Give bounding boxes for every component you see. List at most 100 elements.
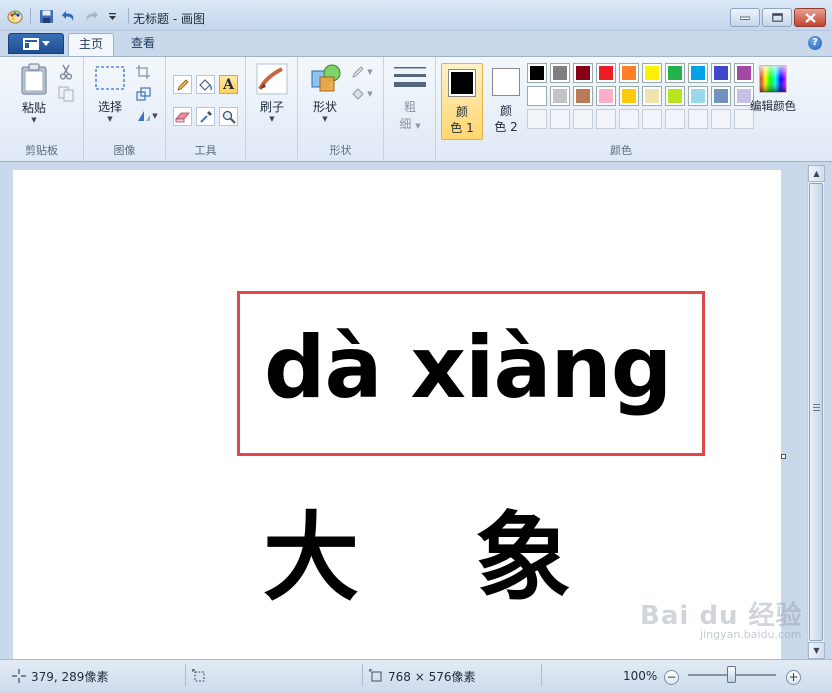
drawing-canvas[interactable]: dà xiàng 大 象 bbox=[13, 170, 781, 659]
chevron-down-icon: ▼ bbox=[367, 90, 373, 98]
custom-color-slot[interactable] bbox=[619, 109, 639, 129]
size-button[interactable]: 粗 细 ▼ bbox=[392, 65, 428, 132]
separator bbox=[30, 8, 31, 24]
palette-swatch[interactable] bbox=[573, 63, 593, 83]
palette-swatch[interactable] bbox=[527, 86, 547, 106]
select-button[interactable]: 选择 ▼ bbox=[92, 65, 128, 123]
outline-button[interactable]: ▼ bbox=[348, 63, 376, 81]
undo-icon[interactable] bbox=[60, 8, 77, 25]
color1-button[interactable]: 颜 色 1 bbox=[441, 63, 483, 140]
palette-swatch[interactable] bbox=[550, 86, 570, 106]
app-menu-icon bbox=[22, 37, 39, 50]
palette-swatch[interactable] bbox=[619, 63, 639, 83]
pinyin-text: dà xiàng bbox=[264, 318, 672, 418]
color2-fill bbox=[495, 71, 517, 93]
custom-color-slot[interactable] bbox=[665, 109, 685, 129]
custom-color-slot[interactable] bbox=[596, 109, 616, 129]
close-button[interactable] bbox=[794, 8, 826, 27]
color1-fill bbox=[451, 72, 473, 94]
close-icon bbox=[804, 12, 816, 23]
palette-swatch[interactable] bbox=[573, 86, 593, 106]
swatch-fill bbox=[553, 89, 567, 103]
resize-icon[interactable] bbox=[134, 85, 152, 103]
title-bar: 无标题 - 画图 bbox=[0, 0, 832, 31]
shapes-icon bbox=[311, 64, 341, 92]
redo-icon[interactable] bbox=[82, 8, 99, 25]
color-picker-icon[interactable] bbox=[196, 107, 215, 126]
colors-group-label: 颜色 bbox=[610, 144, 632, 157]
palette-swatch[interactable] bbox=[596, 63, 616, 83]
scroll-grip-icon bbox=[813, 404, 820, 412]
scrollbar-thumb[interactable] bbox=[809, 183, 823, 641]
palette-swatch[interactable] bbox=[688, 86, 708, 106]
swatch-fill bbox=[530, 66, 544, 80]
text-tool-icon[interactable]: A bbox=[219, 75, 238, 94]
swatch-fill bbox=[714, 66, 728, 80]
customize-qat-icon[interactable] bbox=[104, 8, 121, 25]
brushes-button[interactable]: 刷子 ▼ bbox=[255, 63, 289, 123]
zoom-slider-thumb[interactable] bbox=[727, 666, 736, 683]
application-menu-button[interactable] bbox=[8, 33, 64, 54]
help-icon[interactable]: ? bbox=[808, 36, 822, 50]
palette-swatch[interactable] bbox=[642, 63, 662, 83]
size-label-text: 细 bbox=[399, 117, 412, 131]
copy-icon[interactable] bbox=[57, 85, 75, 103]
edit-colors-button[interactable]: 编辑颜色 bbox=[744, 65, 802, 114]
eraser-icon[interactable] bbox=[173, 107, 192, 126]
palette-swatch[interactable] bbox=[665, 86, 685, 106]
save-icon[interactable] bbox=[38, 8, 55, 25]
chevron-down-icon: ▼ bbox=[107, 115, 113, 123]
maximize-button[interactable] bbox=[762, 8, 792, 27]
crop-icon[interactable] bbox=[134, 63, 152, 81]
swatch-fill bbox=[553, 66, 567, 80]
brushes-label: 刷子 bbox=[259, 100, 284, 114]
zoom-out-button[interactable]: − bbox=[664, 667, 679, 687]
palette-swatch[interactable] bbox=[642, 86, 662, 106]
vertical-scrollbar[interactable]: ▲ ▼ bbox=[807, 165, 825, 659]
color1-swatch bbox=[448, 69, 476, 97]
minimize-button[interactable] bbox=[730, 8, 760, 27]
fill-button[interactable]: ▼ bbox=[348, 85, 376, 103]
palette-swatch[interactable] bbox=[550, 63, 570, 83]
swatch-fill bbox=[576, 89, 590, 103]
maximize-icon bbox=[771, 13, 783, 22]
custom-color-slot[interactable] bbox=[688, 109, 708, 129]
custom-color-slot[interactable] bbox=[642, 109, 662, 129]
custom-color-slot[interactable] bbox=[527, 109, 547, 129]
tab-home[interactable]: 主页 bbox=[68, 33, 115, 57]
palette-swatch[interactable] bbox=[711, 86, 731, 106]
scroll-down-button[interactable]: ▼ bbox=[808, 642, 825, 659]
palette-row bbox=[527, 63, 754, 83]
custom-color-slot[interactable] bbox=[573, 109, 593, 129]
image-group: 选择 ▼ ▼ 图像 bbox=[84, 57, 166, 161]
cut-icon[interactable] bbox=[57, 63, 75, 81]
palette-swatch[interactable] bbox=[596, 86, 616, 106]
separator bbox=[185, 664, 186, 686]
paint-app-icon[interactable] bbox=[6, 8, 23, 25]
rotate-icon bbox=[138, 111, 151, 121]
zoom-in-button[interactable]: + bbox=[786, 667, 801, 687]
cursor-position-text: 379, 289像素 bbox=[31, 669, 109, 684]
select-label: 选择 bbox=[97, 100, 122, 114]
shapes-button[interactable]: 形状 ▼ bbox=[306, 63, 344, 123]
palette-swatch[interactable] bbox=[619, 86, 639, 106]
palette-swatch[interactable] bbox=[527, 63, 547, 83]
fill-bucket-icon[interactable] bbox=[196, 75, 215, 94]
swatch-fill bbox=[668, 89, 682, 103]
scroll-up-button[interactable]: ▲ bbox=[808, 165, 825, 182]
palette-swatch[interactable] bbox=[688, 63, 708, 83]
color2-button[interactable]: 颜 色 2 bbox=[486, 63, 526, 140]
pencil-icon[interactable] bbox=[173, 75, 192, 94]
brushes-group: 刷子 ▼ bbox=[246, 57, 298, 161]
custom-color-slot[interactable] bbox=[550, 109, 570, 129]
magnifier-icon[interactable] bbox=[219, 107, 238, 126]
outline-pen-icon bbox=[352, 66, 364, 78]
canvas-resize-handle[interactable] bbox=[781, 454, 786, 459]
custom-color-slot[interactable] bbox=[711, 109, 731, 129]
palette-swatch[interactable] bbox=[665, 63, 685, 83]
chevron-down-icon: ▼ bbox=[269, 115, 275, 123]
tab-view[interactable]: 查看 bbox=[121, 33, 165, 56]
palette-swatch[interactable] bbox=[711, 63, 731, 83]
rotate-button[interactable]: ▼ bbox=[134, 107, 160, 125]
paste-button[interactable]: 粘贴 ▼ bbox=[12, 63, 56, 124]
